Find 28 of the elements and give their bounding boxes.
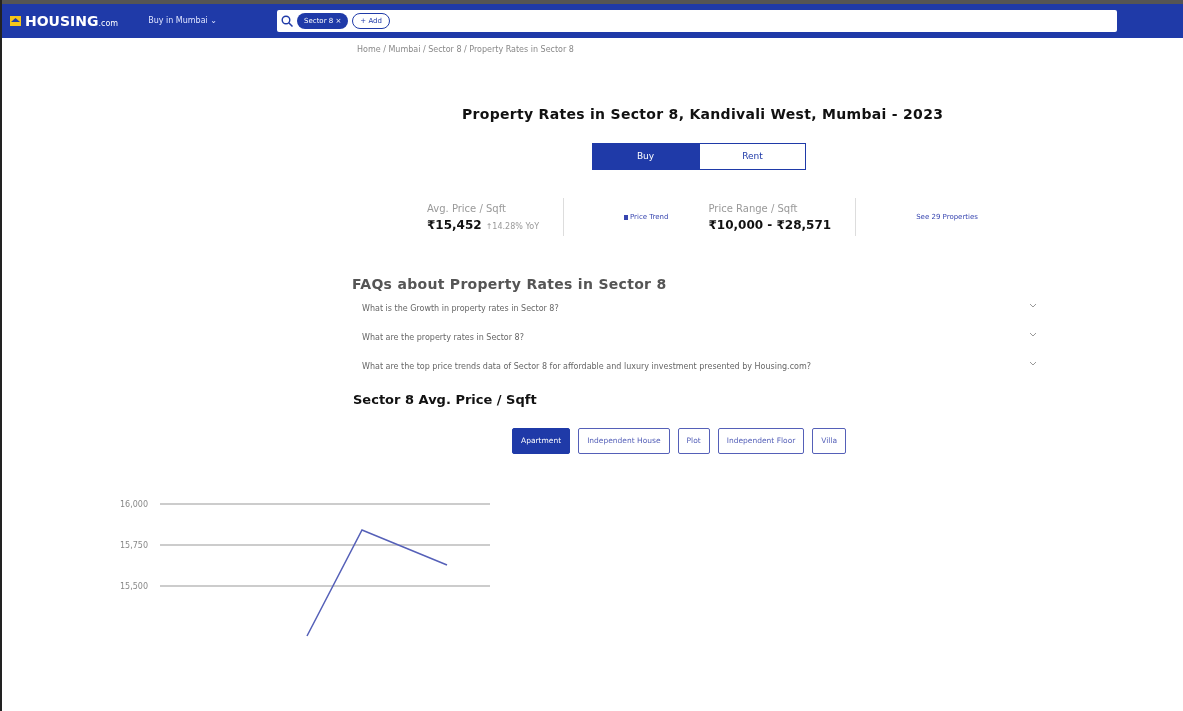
faq-question: What is the Growth in property rates in Sector 8?: [362, 303, 559, 315]
faq-item[interactable]: What are the top price trends data of Sector 8 for affordable and luxury investment presented by Housing.com?: [362, 361, 1037, 390]
page-title: Property Rates in Sector 8, Kandivali West, Mumbai - 2023: [462, 105, 945, 124]
axis-tick-label: 15,500: [120, 581, 148, 591]
axis-tick-label: 15,750: [120, 540, 148, 550]
mode-tab[interactable]: Buy: [592, 143, 699, 170]
stat-label: Price Range / Sqft: [708, 201, 799, 216]
chevron-icon: [1029, 303, 1037, 309]
chevron-icon: [1029, 332, 1037, 338]
faq-question: What are the property rates in Sector 8?: [362, 332, 524, 344]
breadcrumb: Home / Mumbai / Sector 8 / Property Rates in Sector 8: [357, 44, 575, 56]
logo-icon: [10, 16, 21, 26]
faq-item[interactable]: What are the property rates in Sector 8?: [362, 332, 1037, 361]
search-icon: [281, 15, 294, 27]
stat-value: ₹10,000 - ₹28,571: [708, 216, 832, 234]
faq-heading: FAQs about Property Rates in Sector 8: [352, 275, 668, 294]
axis-tick-label: 16,000: [120, 499, 148, 509]
mode-tab[interactable]: Rent: [699, 143, 806, 170]
chart-icon: [624, 213, 628, 221]
city-menu[interactable]: Buy in Mumbai ⌄: [148, 15, 218, 27]
stat-label: Avg. Price / Sqft: [427, 201, 507, 216]
stat-value: ₹15,452: [427, 216, 482, 234]
chevron-icon: [1029, 361, 1037, 367]
price-change: ↑14.28% YoY: [485, 220, 539, 233]
faq-item[interactable]: What is the Growth in property rates in Sector 8?: [362, 303, 1037, 332]
faq-question: What are the top price trends data of Sector 8 for affordable and luxury investment presented by Housing.com?: [362, 361, 811, 373]
logo[interactable]: HOUSING.com: [25, 10, 119, 32]
section-heading: Sector 8 Avg. Price / Sqft: [353, 391, 538, 409]
